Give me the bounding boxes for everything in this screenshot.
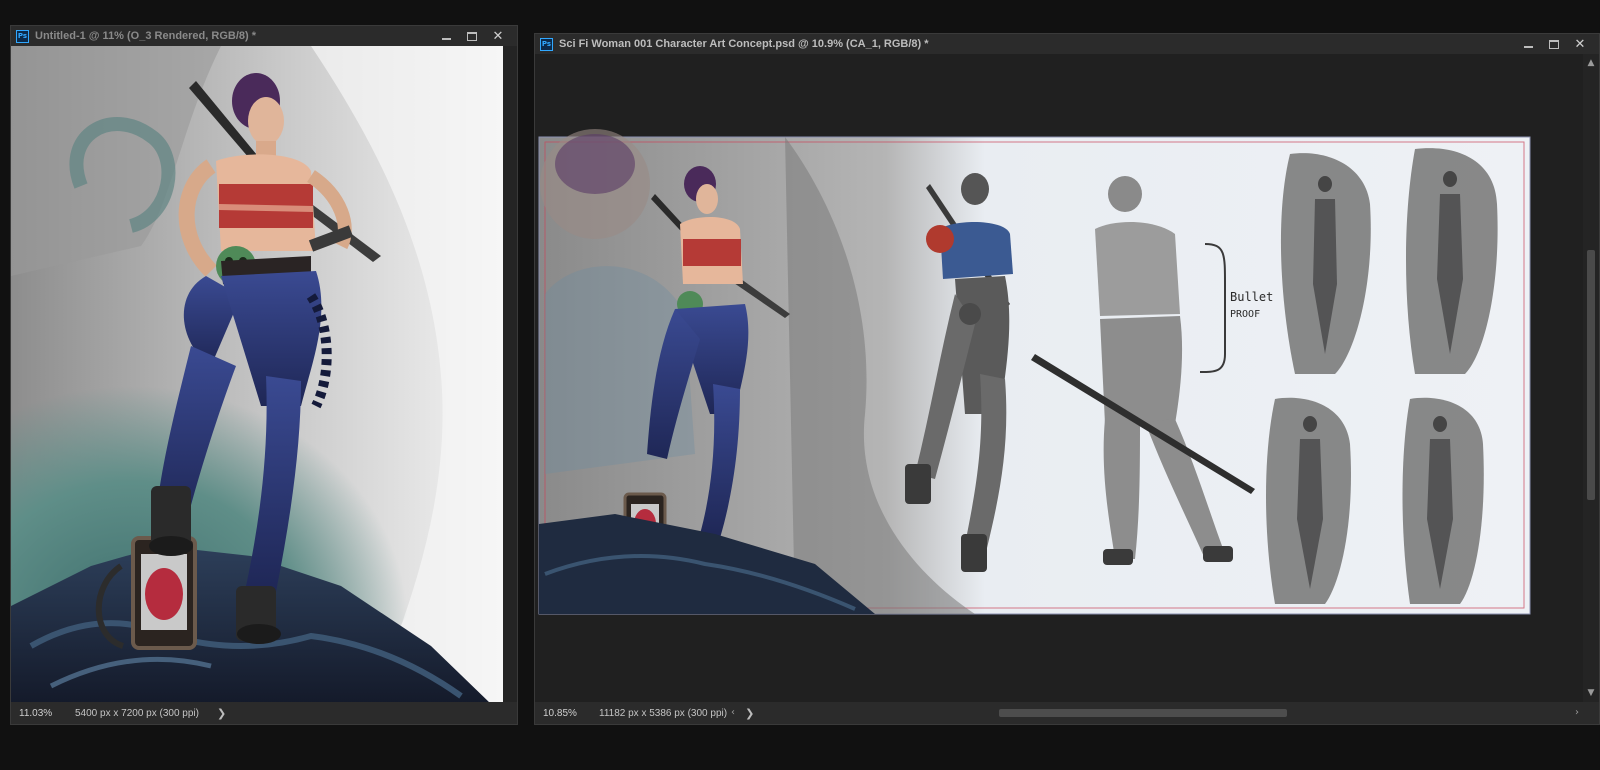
photoshop-icon: Ps [540,37,553,51]
maximize-button[interactable] [1541,34,1567,54]
zoom-level[interactable]: 11.03% [11,708,61,719]
close-icon: ✕ [1574,36,1586,52]
document-window-untitled[interactable]: Ps Untitled-1 @ 11% (O_3 Rendered, RGB/8… [10,25,518,725]
document-window-sci-fi-woman[interactable]: Ps Sci Fi Woman 001 Character Art Concep… [534,33,1600,725]
vertical-scrollbar[interactable]: ▲ ▼ [1583,54,1599,702]
document-tab-title-bar[interactable]: Ps Sci Fi Woman 001 Character Art Concep… [535,34,1599,54]
close-icon: ✕ [492,28,504,44]
rendered-character-artwork [11,46,503,702]
scroll-left-icon[interactable]: ‹ [731,706,735,720]
document-canvas[interactable]: Bullet PROOF [535,54,1583,702]
vertical-scroll-thumb[interactable] [1587,250,1595,500]
document-title: Untitled-1 @ 11% (O_3 Rendered, RGB/8) * [35,30,256,42]
close-button[interactable]: ✕ [485,26,511,46]
minimize-button[interactable] [433,26,459,46]
document-title: Sci Fi Woman 001 Character Art Concept.p… [559,38,929,50]
photoshop-icon: Ps [16,29,29,43]
status-bar: 11.03% 5400 px x 7200 px (300 ppi) ❯ [11,702,517,724]
maximize-button[interactable] [459,26,485,46]
horizontal-scroll-thumb[interactable] [999,709,1287,717]
annotation-bullet: Bullet [1230,290,1273,304]
window-controls: ✕ [433,26,511,46]
annotation-proof: PROOF [1230,309,1260,320]
document-canvas[interactable] [11,46,503,702]
scroll-right-icon[interactable]: › [1575,706,1579,720]
minimize-icon [1523,46,1533,48]
document-tab-title-bar[interactable]: Ps Untitled-1 @ 11% (O_3 Rendered, RGB/8… [11,26,517,46]
status-menu-arrow-icon[interactable]: ❯ [217,707,226,720]
concept-sheet-artwork: Bullet PROOF [538,129,1531,615]
document-dimensions: 11182 px x 5386 px (300 ppi) [599,707,728,719]
document-dimensions: 5400 px x 7200 px (300 ppi) [75,707,199,719]
minimize-icon [441,38,451,40]
close-button[interactable]: ✕ [1567,34,1593,54]
maximize-icon [467,31,477,41]
scroll-up-icon[interactable]: ▲ [1583,56,1599,70]
status-bar: 10.85% 11182 px x 5386 px (300 ppi) ❯ ‹ … [535,702,1599,724]
scroll-down-icon[interactable]: ▼ [1583,686,1599,700]
zoom-level[interactable]: 10.85% [535,708,585,719]
window-controls: ✕ [1515,34,1593,54]
horizontal-scrollbar[interactable]: ‹ › [731,706,1583,720]
vertical-scrollbar[interactable] [503,46,517,702]
minimize-button[interactable] [1515,34,1541,54]
maximize-icon [1549,39,1559,49]
